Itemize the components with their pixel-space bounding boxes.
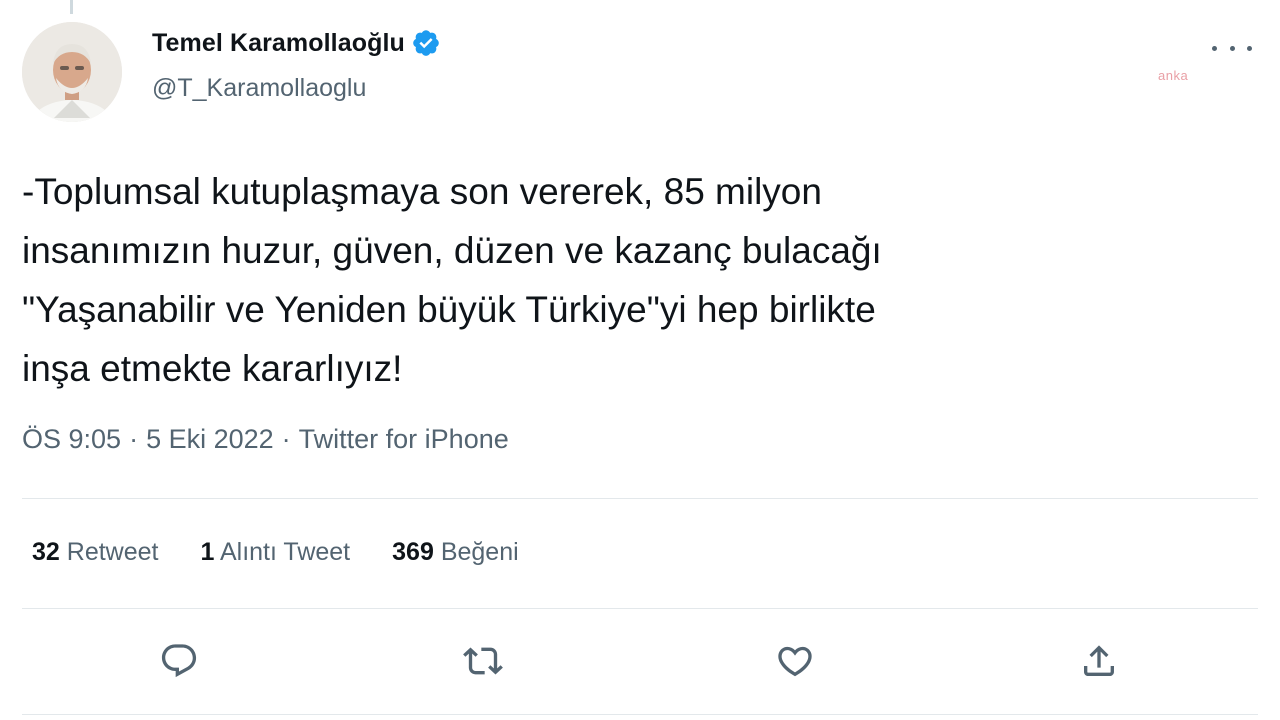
tweet-date[interactable]: 5 Eki 2022: [146, 424, 274, 455]
meta-separator: ·: [129, 424, 139, 454]
divider: [22, 498, 1258, 499]
share-upload-icon: [1084, 645, 1114, 676]
more-dots-icon[interactable]: [1212, 38, 1252, 58]
share-button[interactable]: [1076, 638, 1122, 684]
author-name[interactable]: Temel Karamollaoğlu: [152, 29, 405, 58]
like-label: Beğeni: [440, 538, 519, 566]
retweet-stat[interactable]: 32 Retweet: [32, 538, 158, 567]
retweet-label: Retweet: [66, 538, 159, 566]
meta-separator: ·: [281, 424, 291, 454]
verified-badge-icon: [411, 28, 441, 58]
retweet-count: 32: [32, 538, 60, 566]
avatar-photo: [22, 22, 122, 122]
watermark: anka: [1158, 68, 1189, 83]
tweet-source[interactable]: Twitter for iPhone: [299, 424, 509, 455]
quote-label: Alıntı Tweet: [219, 538, 351, 566]
like-count: 369: [392, 538, 434, 566]
divider: [22, 714, 1258, 715]
divider: [22, 608, 1258, 609]
tweet-actions: [0, 638, 1280, 686]
author-name-row[interactable]: Temel Karamollaoğlu: [152, 28, 441, 58]
avatar[interactable]: [22, 22, 122, 122]
like-stat[interactable]: 369 Beğeni: [392, 538, 519, 567]
thread-line: [70, 0, 73, 14]
reply-button[interactable]: [156, 638, 202, 684]
retweet-button[interactable]: [460, 638, 506, 684]
heart-icon: [778, 646, 812, 677]
quote-count: 1: [200, 538, 215, 566]
retweet-arrows-icon: [463, 647, 503, 675]
quote-stat[interactable]: 1 Alıntı Tweet: [200, 538, 350, 567]
tweet-meta: ÖS 9:05 · 5 Eki 2022 · Twitter for iPhon…: [22, 424, 509, 455]
more-dot: [1212, 45, 1217, 51]
tweet-stats: 32 Retweet 1 Alıntı Tweet 369 Beğeni: [32, 538, 561, 567]
tweet-card: Temel Karamollaoğlu @T_Karamollaoglu ank…: [0, 0, 1280, 720]
tweet-text: -Toplumsal kutuplaşmaya son vererek, 85 …: [22, 171, 882, 389]
like-button[interactable]: [772, 638, 818, 684]
reply-bubble-icon: [161, 644, 197, 678]
more-dot: [1247, 45, 1252, 51]
author-handle[interactable]: @T_Karamollaoglu: [152, 74, 366, 103]
tweet-time[interactable]: ÖS 9:05: [22, 424, 121, 455]
more-dot: [1229, 45, 1235, 51]
